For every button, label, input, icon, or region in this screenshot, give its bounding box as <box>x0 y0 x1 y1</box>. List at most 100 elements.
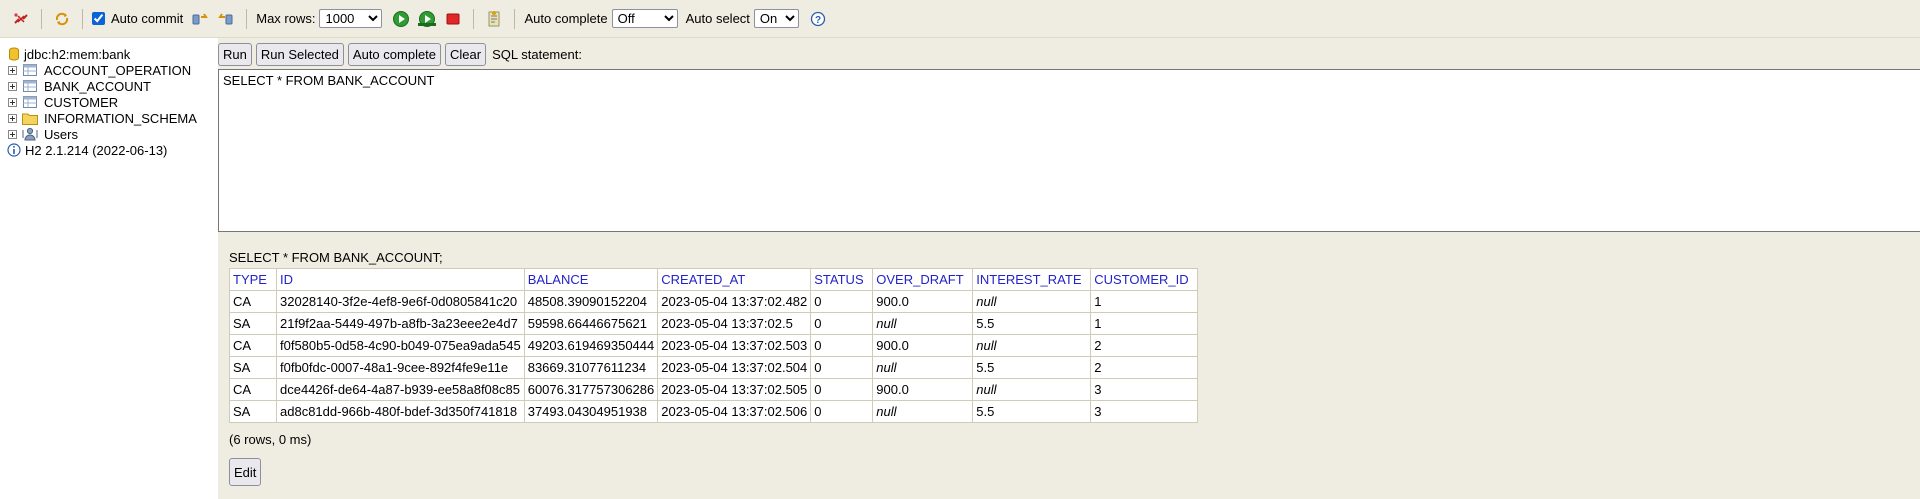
expand-icon[interactable] <box>8 129 17 139</box>
column-header-over-draft[interactable]: OVER_DRAFT <box>872 268 974 291</box>
run-button[interactable]: Run <box>218 42 252 66</box>
max-rows-select[interactable]: 1000 <box>319 9 383 28</box>
cell-created-at: 2023-05-04 13:37:02.503 <box>657 334 812 357</box>
cell-interest-rate: 5.5 <box>972 356 1092 379</box>
toolbar-separator <box>246 8 248 29</box>
expand-icon[interactable] <box>8 81 17 91</box>
cell-status: 0 <box>810 356 874 379</box>
column-header-created-at[interactable]: CREATED_AT <box>657 268 812 291</box>
sql-statement-label: SQL statement: <box>492 46 582 62</box>
cell-balance: 49203.619469350444 <box>523 334 659 357</box>
history-icon[interactable] <box>484 9 504 29</box>
auto-complete-button[interactable]: Auto complete <box>347 42 442 66</box>
column-header-status[interactable]: STATUS <box>810 268 874 291</box>
tree-version: H2 2.1.214 (2022-06-13) <box>7 141 167 159</box>
database-icon <box>8 47 20 61</box>
column-header-customer-id[interactable]: CUSTOMER_ID <box>1090 268 1199 291</box>
query-button-bar: Run Run Selected Auto complete Clear SQL… <box>218 42 582 66</box>
folder-icon <box>22 111 38 125</box>
results-table: TYPE ID BALANCE CREATED_AT STATUS OVER_D… <box>229 268 1199 423</box>
cell-id: f0fb0fdc-0007-48a1-9cee-892f4fe9e11e <box>276 356 525 379</box>
cell-customer-id: 2 <box>1090 334 1199 357</box>
expand-icon[interactable] <box>8 97 17 107</box>
table-icon <box>22 79 38 93</box>
table-icon <box>22 63 38 77</box>
cell-created-at: 2023-05-04 13:37:02.506 <box>657 400 812 423</box>
cell-created-at: 2023-05-04 13:37:02.482 <box>657 290 812 313</box>
tree-item-label: CUSTOMER <box>44 94 119 110</box>
table-row: CA dce4426f-de64-4a87-b939-ee58a8f08c85 60… <box>229 378 1199 401</box>
cell-over-draft: 900.0 <box>872 334 974 357</box>
svg-text:?: ? <box>815 15 821 26</box>
cell-type: SA <box>229 312 277 335</box>
sql-editor[interactable]: SELECT * FROM BANK_ACCOUNT <box>218 69 1920 232</box>
result-query-text: SELECT * FROM BANK_ACCOUNT; <box>229 250 443 265</box>
toolbar-separator <box>514 8 516 29</box>
toolbar-separator <box>41 8 42 29</box>
table-row: SA ad8c81dd-966b-480f-bdef-3d350f741818 37… <box>229 400 1199 423</box>
expand-icon[interactable] <box>8 65 17 75</box>
cell-status: 0 <box>810 378 874 401</box>
auto-commit-checkbox[interactable]: Auto commit <box>90 11 187 26</box>
expand-icon[interactable] <box>8 113 17 123</box>
version-label: H2 2.1.214 (2022-06-13) <box>25 142 168 158</box>
cell-id: dce4426f-de64-4a87-b939-ee58a8f08c85 <box>276 378 525 401</box>
cell-type: SA <box>229 356 277 379</box>
help-icon[interactable]: ? <box>808 9 828 29</box>
column-header-interest-rate[interactable]: INTEREST_RATE <box>972 268 1092 291</box>
edit-button[interactable]: Edit <box>229 458 262 486</box>
main-panel: Run Run Selected Auto complete Clear SQL… <box>218 38 1920 499</box>
table-icon <box>22 95 38 109</box>
toolbar: Auto commit Max rows: 1000 Auto complete… <box>0 0 1920 38</box>
commit-icon[interactable] <box>190 9 210 29</box>
auto-commit-check[interactable] <box>92 12 105 25</box>
object-tree: jdbc:h2:mem:bank ACCOUNT_OPERATION BANK_… <box>0 38 218 499</box>
cell-created-at: 2023-05-04 13:37:02.5 <box>657 312 812 335</box>
cell-interest-rate: 5.5 <box>972 400 1092 423</box>
toolbar-separator <box>473 8 475 29</box>
auto-complete-label: Auto complete <box>524 11 608 26</box>
run-selected-button[interactable]: Run Selected <box>255 42 344 66</box>
cell-over-draft: 900.0 <box>872 290 974 313</box>
table-row: SA 21f9f2aa-5449-497b-a8fb-3a23eee2e4d7 59… <box>229 312 1199 335</box>
cell-over-draft: null <box>872 356 974 379</box>
cell-id: ad8c81dd-966b-480f-bdef-3d350f741818 <box>276 400 525 423</box>
cell-interest-rate: null <box>972 378 1092 401</box>
tree-item-label: Users <box>44 126 78 142</box>
run-selected-icon[interactable] <box>417 9 437 29</box>
cell-balance: 60076.317757306286 <box>523 378 659 401</box>
cell-id: f0f580b5-0d58-4c90-b049-075ea9ada545 <box>276 334 525 357</box>
cell-customer-id: 1 <box>1090 312 1199 335</box>
cell-customer-id: 1 <box>1090 290 1199 313</box>
cell-type: CA <box>229 378 277 401</box>
results-body: CA 32028140-3f2e-4ef8-9e6f-0d0805841c20 48… <box>229 290 1199 423</box>
toolbar-separator <box>82 8 83 29</box>
cell-interest-rate: null <box>972 334 1092 357</box>
cell-status: 0 <box>810 312 874 335</box>
cell-customer-id: 3 <box>1090 400 1199 423</box>
cell-id: 21f9f2aa-5449-497b-a8fb-3a23eee2e4d7 <box>276 312 525 335</box>
rollback-icon[interactable] <box>216 9 236 29</box>
max-rows-label: Max rows: <box>256 11 316 26</box>
clear-button[interactable]: Clear <box>445 42 487 66</box>
column-header-type[interactable]: TYPE <box>229 268 277 291</box>
column-header-id[interactable]: ID <box>276 268 525 291</box>
auto-complete-select[interactable]: Off <box>611 9 678 28</box>
run-icon[interactable] <box>391 9 411 29</box>
auto-select-select[interactable]: On <box>753 9 799 28</box>
cell-customer-id: 2 <box>1090 356 1199 379</box>
refresh-icon[interactable] <box>52 9 72 29</box>
table-header-row: TYPE ID BALANCE CREATED_AT STATUS OVER_D… <box>229 268 1199 291</box>
disconnect-icon[interactable] <box>11 9 31 29</box>
table-row: CA 32028140-3f2e-4ef8-9e6f-0d0805841c20 48… <box>229 290 1199 313</box>
cell-over-draft: null <box>872 400 974 423</box>
cell-created-at: 2023-05-04 13:37:02.505 <box>657 378 812 401</box>
cell-created-at: 2023-05-04 13:37:02.504 <box>657 356 812 379</box>
auto-select-label: Auto select <box>685 11 750 26</box>
cell-balance: 83669.31077611234 <box>523 356 659 379</box>
tree-item-label: ACCOUNT_OPERATION <box>44 62 192 78</box>
column-header-balance[interactable]: BALANCE <box>523 268 659 291</box>
cell-status: 0 <box>810 334 874 357</box>
stop-icon[interactable] <box>443 9 463 29</box>
cell-balance: 37493.04304951938 <box>523 400 659 423</box>
